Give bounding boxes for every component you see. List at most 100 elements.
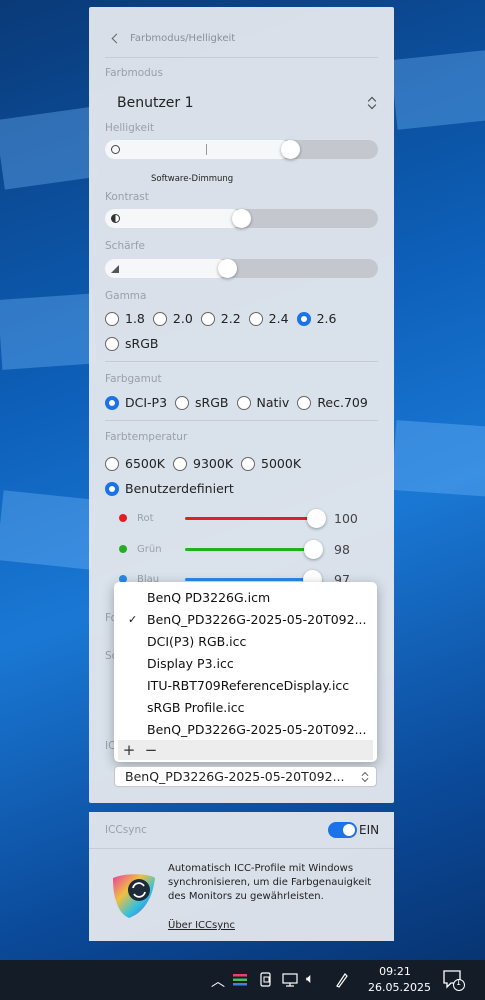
radio-dot	[248, 311, 263, 326]
radio-label: Benutzerdefiniert	[125, 481, 234, 496]
radio-dot	[296, 311, 311, 326]
farbgamut-option-srgb[interactable]: sRGB	[175, 395, 229, 410]
option-label: ITU-RBT709ReferenceDisplay.icc	[147, 677, 350, 693]
gamma-option-2-6[interactable]: 2.6	[296, 311, 337, 326]
clock-time: 09:21	[379, 965, 411, 978]
clock[interactable]: 09:21 26.05.2025	[368, 964, 431, 996]
gamma-option-2-4[interactable]: 2.4	[248, 311, 289, 326]
radio-dot	[241, 456, 256, 471]
wallpaper-beam	[0, 490, 99, 570]
app-tray-icon[interactable]	[233, 973, 247, 987]
farbtemp-radio-group-row2: Benutzerdefiniert	[105, 481, 242, 496]
farbmodus-label: Farbmodus	[105, 67, 163, 79]
device-icon[interactable]	[259, 972, 273, 988]
rot-track[interactable]	[185, 508, 326, 528]
option-label: BenQ_PD3226G-2025-05-20T092...	[147, 611, 367, 627]
radio-label: 2.4	[268, 311, 289, 326]
slider-knob[interactable]	[307, 508, 326, 528]
notification-icon[interactable]	[443, 969, 465, 991]
rot-value: 100	[334, 510, 358, 526]
icc-option[interactable]: BenQ PD3226G.icm	[114, 586, 377, 608]
farbtemp-option-benutzerdefiniert[interactable]: Benutzerdefiniert	[105, 481, 234, 496]
radio-dot	[297, 395, 312, 410]
divider	[105, 420, 378, 421]
icc-option[interactable]: BenQ_PD3226G-2025-05-20T092...	[114, 718, 377, 740]
chevron-up-icon[interactable]: ︿	[211, 971, 225, 991]
radio-dot	[200, 311, 215, 326]
icc-option[interactable]: ITU-RBT709ReferenceDisplay.icc	[114, 674, 377, 696]
farbmodus-value: Benutzer 1	[117, 95, 194, 111]
option-label: Display P3.icc	[147, 655, 234, 671]
remove-profile-button[interactable]: −	[140, 741, 162, 759]
radio-dot	[105, 481, 119, 496]
icc-profile-select[interactable]: BenQ_PD3226G-2025-05-20T092...	[114, 766, 377, 787]
toggle-knob	[343, 824, 355, 836]
divider	[89, 848, 394, 849]
notification-count: 1	[456, 978, 462, 987]
schaerfe-label: Schärfe	[105, 240, 146, 252]
about-iccsync-link[interactable]: Über ICCsync	[168, 920, 235, 931]
icc-select-value: BenQ_PD3226G-2025-05-20T092...	[125, 769, 345, 784]
icc-profile-dropdown: BenQ PD3226G.icm ✓ BenQ_PD3226G-2025-05-2…	[114, 582, 377, 762]
popup-toolbar: + −	[118, 740, 373, 760]
slider-fill	[105, 209, 242, 228]
back-button[interactable]: Farbmodus/Helligkeit	[111, 29, 235, 47]
pen-icon[interactable]	[335, 972, 349, 988]
icc-option[interactable]: sRGB Profile.icc	[114, 696, 377, 718]
kontrast-slider[interactable]	[105, 209, 378, 228]
add-profile-button[interactable]: +	[118, 741, 140, 759]
iccsync-panel: ICCsync EIN Automatisch ICC-Profile mit …	[89, 812, 394, 941]
radio-label: DCI-P3	[125, 395, 168, 410]
radio-label: sRGB	[195, 395, 229, 410]
helligkeit-label: Helligkeit	[105, 122, 154, 134]
radio-dot	[105, 311, 119, 326]
helligkeit-slider[interactable]	[105, 140, 378, 159]
slider-knob[interactable]	[280, 140, 300, 159]
slider-knob[interactable]	[231, 209, 251, 228]
farbtemp-option-9300k[interactable]: 9300K	[173, 456, 233, 471]
farbgamut-option-dci-p3[interactable]: DCI-P3	[105, 395, 167, 410]
icc-option[interactable]: Display P3.icc	[114, 652, 377, 674]
farbgamut-option-rec709[interactable]: Rec.709	[297, 395, 368, 410]
checkmark-icon: ✓	[128, 612, 138, 626]
kontrast-label: Kontrast	[105, 191, 149, 203]
radio-label: 2.6	[316, 311, 337, 326]
slider-knob[interactable]	[304, 539, 324, 559]
slider-tick	[206, 144, 207, 155]
speaker-icon[interactable]: 🔈︎	[306, 971, 314, 987]
blau-track[interactable]	[185, 569, 323, 589]
radio-dot	[105, 395, 119, 410]
radio-dot	[236, 395, 251, 410]
iccsync-description: Automatisch ICC-Profile mit Windows sync…	[168, 863, 372, 902]
radio-label: 2.0	[172, 311, 193, 326]
divider	[105, 361, 378, 362]
rot-slider-row: Rot 100	[119, 508, 379, 528]
gamma-option-2-0[interactable]: 2.0	[152, 311, 193, 326]
radio-dot	[105, 336, 119, 351]
radio-label: Nativ	[256, 395, 290, 410]
icc-option-selected[interactable]: ✓ BenQ_PD3226G-2025-05-20T092...	[114, 608, 377, 630]
schaerfe-slider[interactable]	[105, 259, 378, 278]
farbtemp-option-5000k[interactable]: 5000K	[241, 456, 301, 471]
radio-dot	[175, 395, 190, 410]
gruen-label: Grün	[137, 543, 162, 555]
option-label: BenQ PD3226G.icm	[147, 589, 271, 605]
gamma-option-srgb[interactable]: sRGB	[105, 336, 158, 351]
taskbar: ︿ 🔈︎ 09:21 26.05.2025 1	[0, 960, 485, 1000]
option-label: DCI(P3) RGB.icc	[147, 633, 247, 649]
wallpaper-beam	[0, 107, 99, 190]
farbtemp-option-6500k[interactable]: 6500K	[105, 456, 165, 471]
iccsync-toggle[interactable]	[328, 822, 357, 838]
gamma-option-1-8[interactable]: 1.8	[105, 311, 145, 326]
farbmodus-select[interactable]: Benutzer 1	[117, 92, 377, 114]
slider-knob[interactable]	[217, 259, 237, 278]
radio-label: sRGB	[125, 336, 159, 351]
slider-fill	[105, 140, 291, 159]
network-icon[interactable]	[282, 973, 298, 987]
farbgamut-option-nativ[interactable]: Nativ	[236, 395, 290, 410]
slider-fill	[105, 259, 228, 278]
gruen-track[interactable]	[185, 539, 324, 559]
icc-option[interactable]: DCI(P3) RGB.icc	[114, 630, 377, 652]
chevron-left-icon	[111, 33, 122, 43]
gamma-option-2-2[interactable]: 2.2	[200, 311, 241, 326]
